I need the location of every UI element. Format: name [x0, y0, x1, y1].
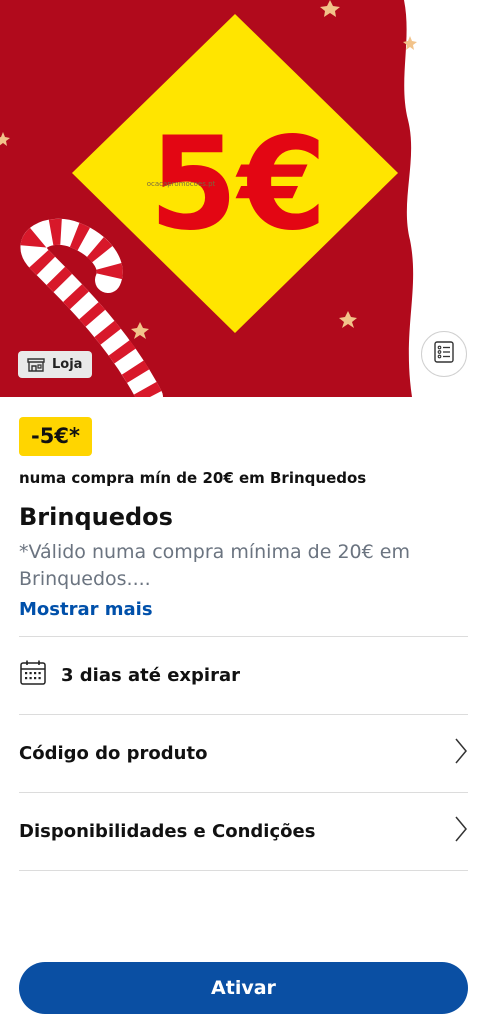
offer-details: -5€* numa compra mín de 20€ em Brinquedo… — [0, 397, 487, 871]
show-more-link[interactable]: Mostrar mais — [19, 599, 153, 620]
chevron-right-icon — [454, 737, 468, 770]
checklist-icon — [432, 340, 456, 368]
shopping-list-button[interactable] — [421, 331, 467, 377]
expiry-row: 3 dias até expirar — [19, 637, 468, 714]
calendar-icon — [19, 659, 47, 692]
divider — [19, 870, 468, 871]
discount-badge: -5€* — [19, 417, 92, 456]
offer-subtitle: numa compra mín de 20€ em Brinquedos — [19, 469, 367, 487]
hero-artwork: 5€ ocacapromocoes.pt — [0, 0, 417, 397]
activate-button[interactable]: Ativar — [19, 962, 468, 1014]
offer-hero-image: 5€ ocacapromocoes.pt Loja — [0, 0, 487, 397]
product-code-row[interactable]: Código do produto — [19, 715, 468, 792]
chevron-right-icon — [454, 815, 468, 848]
watermark-text: ocacapromocoes.pt — [147, 180, 216, 188]
store-tag-label: Loja — [52, 357, 83, 372]
offer-title: Brinquedos — [19, 503, 173, 531]
store-tag: Loja — [18, 351, 93, 378]
expiry-text: 3 dias até expirar — [61, 665, 240, 686]
store-icon — [26, 357, 46, 373]
availability-conditions-row[interactable]: Disponibilidades e Condições — [19, 793, 468, 870]
offer-description: *Válido numa compra mínima de 20€ em Bri… — [19, 541, 410, 590]
product-code-label: Código do produto — [19, 743, 208, 764]
availability-conditions-label: Disponibilidades e Condições — [19, 821, 316, 842]
